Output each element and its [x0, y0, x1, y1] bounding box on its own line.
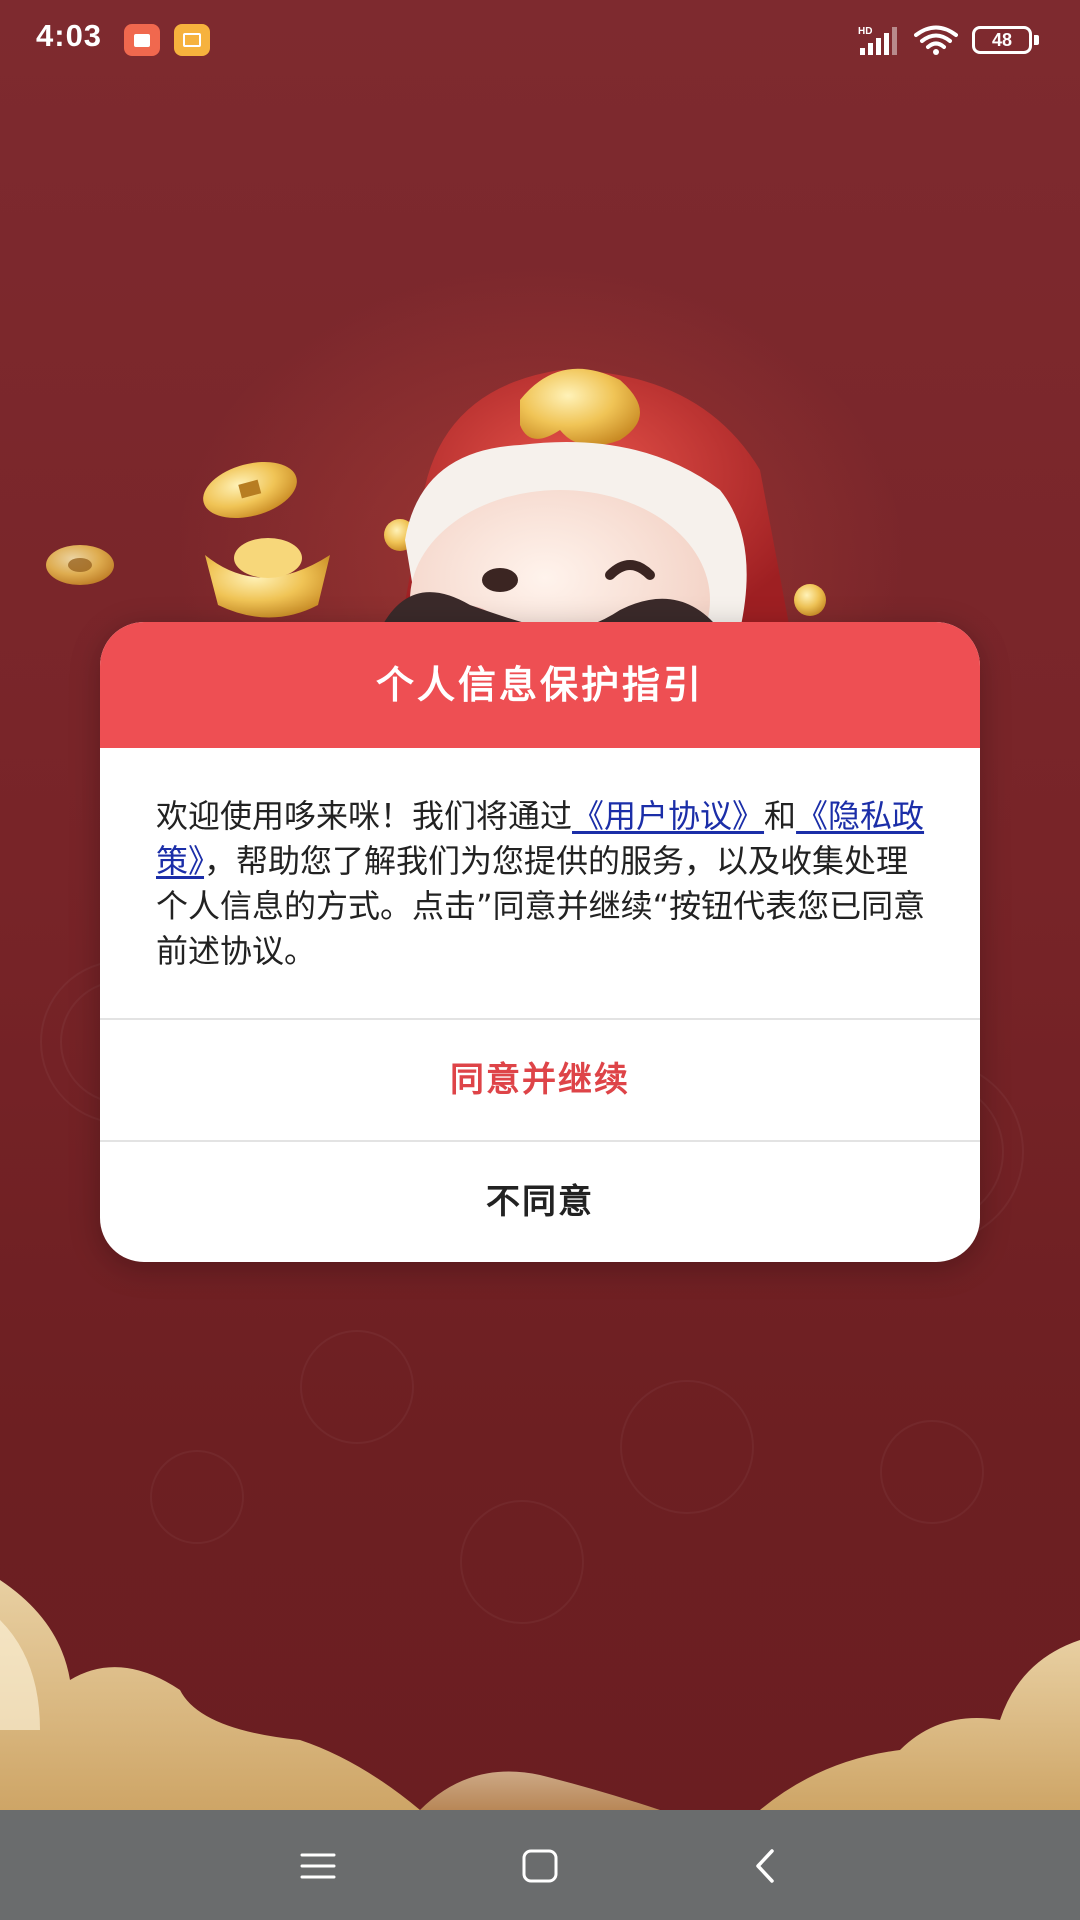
menu-icon[interactable]	[292, 1840, 344, 1892]
battery-icon: 48	[972, 26, 1042, 54]
dialog-header: 个人信息保护指引	[100, 622, 980, 748]
back-icon[interactable]	[740, 1840, 792, 1892]
agree-continue-button[interactable]: 同意并继续	[100, 1020, 980, 1140]
wifi-icon	[914, 25, 958, 55]
dialog-message: 欢迎使用哆来咪！我们将通过《用户协议》和《隐私政策》，帮助您了解我们为您提供的服…	[156, 794, 936, 974]
status-time: 4:03	[36, 18, 103, 53]
dialog-title: 个人信息保护指引	[375, 663, 704, 707]
gallery-app-icon	[174, 24, 210, 56]
signal-icon: HD	[858, 26, 897, 55]
message-text-and: 和	[764, 797, 797, 835]
network-type-label: HD	[858, 26, 872, 37]
user-agreement-link[interactable]: 《用户协议》	[572, 797, 764, 835]
cloud-decoration	[0, 1580, 1080, 1810]
disagree-button[interactable]: 不同意	[100, 1142, 980, 1262]
mascot-illustration	[46, 368, 826, 650]
message-text-intro: 欢迎使用哆来咪！我们将通过	[156, 797, 573, 835]
privacy-dialog: 个人信息保护指引 欢迎使用哆来咪！我们将通过《用户协议》和《隐私政策》，帮助您了…	[100, 622, 980, 1262]
battery-level: 48	[972, 26, 1032, 54]
message-text-rest: ，帮助您了解我们为您提供的服务，以及收集处理个人信息的方式。点击”同意并继续“按…	[156, 842, 926, 970]
home-icon[interactable]	[514, 1840, 566, 1892]
navigation-bar	[0, 1810, 1080, 1920]
status-bar: 4:03 HD 48	[0, 0, 1080, 80]
calendar-app-icon	[124, 24, 160, 56]
app-screen: 4:03 HD 48 个人信息保护指引 欢迎使用哆来咪！我们将通过《用户协议》和…	[0, 0, 1080, 1920]
